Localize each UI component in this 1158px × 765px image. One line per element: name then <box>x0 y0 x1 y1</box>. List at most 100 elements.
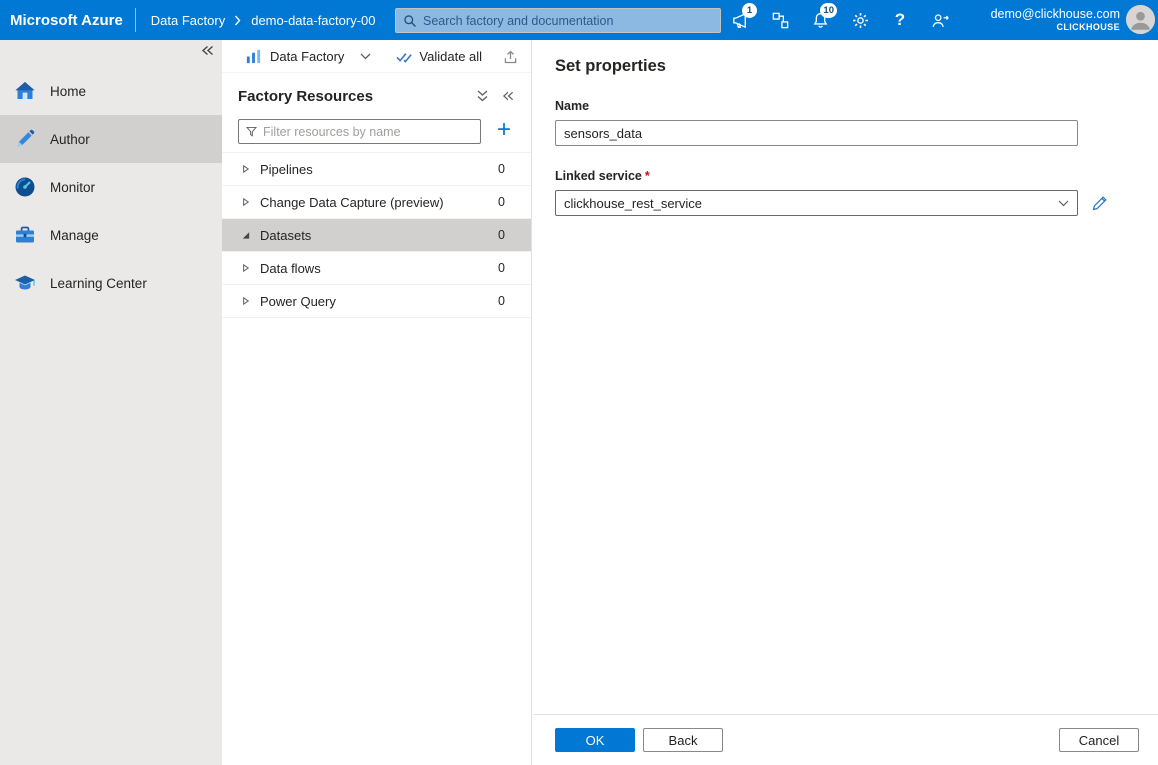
validate-check-icon <box>395 49 412 64</box>
pencil-icon <box>13 127 37 151</box>
notifications-button[interactable]: 10 <box>800 0 840 40</box>
chevron-down-icon <box>1058 200 1069 207</box>
tree-item-count: 0 <box>498 228 505 242</box>
tree-item-datasets[interactable]: Datasets 0 <box>222 219 531 252</box>
set-properties-panel: Set properties Name Linked service* clic… <box>533 40 1158 765</box>
filter-box <box>238 119 481 144</box>
breadcrumb-section[interactable]: Data Factory <box>151 13 225 28</box>
notifications-badge: 10 <box>820 3 837 18</box>
chevron-right-icon <box>234 15 242 26</box>
chevron-down-icon[interactable] <box>360 53 371 60</box>
topbar-divider <box>135 8 136 32</box>
tree-item-power-query[interactable]: Power Query 0 <box>222 285 531 318</box>
avatar[interactable] <box>1126 5 1155 34</box>
sidebar-nav: Home Author Monitor Manage <box>0 67 222 307</box>
azure-topbar: Microsoft Azure Data Factory demo-data-f… <box>0 0 1158 40</box>
edit-linked-service-icon[interactable] <box>1091 195 1108 212</box>
feedback-button[interactable] <box>920 0 960 40</box>
linked-service-row: clickhouse_rest_service <box>555 190 1158 216</box>
chevron-right-icon[interactable] <box>240 196 260 208</box>
left-nav: Home Author Monitor Manage <box>0 40 222 765</box>
filter-resources-input[interactable] <box>263 125 474 139</box>
account-org: CLICKHOUSE <box>1056 22 1120 34</box>
hierarchy-button[interactable] <box>760 0 800 40</box>
breadcrumb-instance[interactable]: demo-data-factory-00 <box>251 13 375 28</box>
linked-service-dropdown[interactable]: clickhouse_rest_service <box>555 190 1078 216</box>
whats-new-button[interactable]: 1 <box>720 0 760 40</box>
ok-button[interactable]: OK <box>555 728 635 752</box>
account-email: demo@clickhouse.com <box>991 6 1120 22</box>
data-factory-icon <box>245 48 262 65</box>
gauge-icon <box>13 175 37 199</box>
graduation-cap-icon <box>13 271 37 295</box>
chevron-expanded-icon[interactable] <box>240 229 260 241</box>
sidebar-item-learning-center[interactable]: Learning Center <box>0 259 222 307</box>
tree-item-count: 0 <box>498 261 505 275</box>
search-input[interactable] <box>423 14 713 28</box>
filter-icon <box>245 125 258 138</box>
add-resource-button[interactable]: + <box>493 120 515 143</box>
breadcrumb: Data Factory demo-data-factory-00 <box>151 13 376 28</box>
tree-item-count: 0 <box>498 294 505 308</box>
validate-all-button[interactable]: Validate all <box>395 49 482 64</box>
toolbox-icon <box>13 223 37 247</box>
sidebar-item-manage[interactable]: Manage <box>0 211 222 259</box>
chevron-right-icon[interactable] <box>240 163 260 175</box>
factory-switcher-label: Data Factory <box>270 49 344 64</box>
resources-toolbar: Data Factory Validate all <box>222 40 531 73</box>
tree-item-label: Data flows <box>260 261 498 276</box>
chevron-right-icon[interactable] <box>240 262 260 274</box>
search-icon <box>403 14 417 28</box>
factory-switcher[interactable]: Data Factory <box>245 48 344 65</box>
linked-service-label-text: Linked service <box>555 169 642 183</box>
settings-button[interactable] <box>840 0 880 40</box>
sidebar-collapse-button[interactable] <box>200 44 215 57</box>
required-marker: * <box>645 169 650 183</box>
tree-item-data-flows[interactable]: Data flows 0 <box>222 252 531 285</box>
hierarchy-icon <box>771 11 790 30</box>
resources-header: Factory Resources <box>222 75 531 117</box>
collapse-panel-icon[interactable] <box>501 90 515 102</box>
azure-brand[interactable]: Microsoft Azure <box>0 12 135 29</box>
topbar-icon-group: 1 10 ? <box>720 0 960 40</box>
global-search <box>395 8 721 33</box>
person-arrow-icon <box>930 11 950 30</box>
resources-tree: Pipelines 0 Change Data Capture (preview… <box>222 152 531 318</box>
tree-item-pipelines[interactable]: Pipelines 0 <box>222 153 531 186</box>
home-icon <box>13 79 37 103</box>
expand-all-icon[interactable] <box>476 89 489 103</box>
name-field[interactable] <box>555 120 1078 146</box>
tree-item-label: Pipelines <box>260 162 498 177</box>
dialog-footer: OK Back Cancel <box>533 714 1158 765</box>
help-button[interactable]: ? <box>880 0 920 40</box>
sidebar-item-label: Learning Center <box>50 276 147 291</box>
sidebar-item-label: Home <box>50 84 86 99</box>
name-label: Name <box>555 99 1158 113</box>
sidebar-item-label: Author <box>50 132 90 147</box>
tree-item-change-data-capture[interactable]: Change Data Capture (preview) 0 <box>222 186 531 219</box>
resources-filter-row: + <box>222 119 531 144</box>
validate-all-label: Validate all <box>419 49 482 64</box>
whats-new-badge: 1 <box>742 3 757 18</box>
sidebar-item-author[interactable]: Author <box>0 115 222 163</box>
sidebar-item-label: Manage <box>50 228 99 243</box>
page-title: Set properties <box>555 57 1158 76</box>
chevron-right-icon[interactable] <box>240 295 260 307</box>
tree-item-count: 0 <box>498 162 505 176</box>
question-mark-icon: ? <box>895 10 905 30</box>
tree-item-label: Power Query <box>260 294 498 309</box>
azure-data-factory-window: Microsoft Azure Data Factory demo-data-f… <box>0 0 1158 765</box>
sidebar-item-home[interactable]: Home <box>0 67 222 115</box>
publish-icon[interactable] <box>502 48 519 65</box>
sidebar-item-monitor[interactable]: Monitor <box>0 163 222 211</box>
resources-title: Factory Resources <box>238 88 464 105</box>
back-button[interactable]: Back <box>643 728 723 752</box>
sidebar-item-label: Monitor <box>50 180 95 195</box>
gear-icon <box>851 11 870 30</box>
linked-service-value: clickhouse_rest_service <box>564 196 1058 211</box>
tree-item-label: Datasets <box>260 228 498 243</box>
account-menu[interactable]: demo@clickhouse.com CLICKHOUSE <box>991 0 1120 40</box>
cancel-button[interactable]: Cancel <box>1059 728 1139 752</box>
tree-item-count: 0 <box>498 195 505 209</box>
factory-resources-panel: Data Factory Validate all Factory Resour… <box>222 40 532 765</box>
